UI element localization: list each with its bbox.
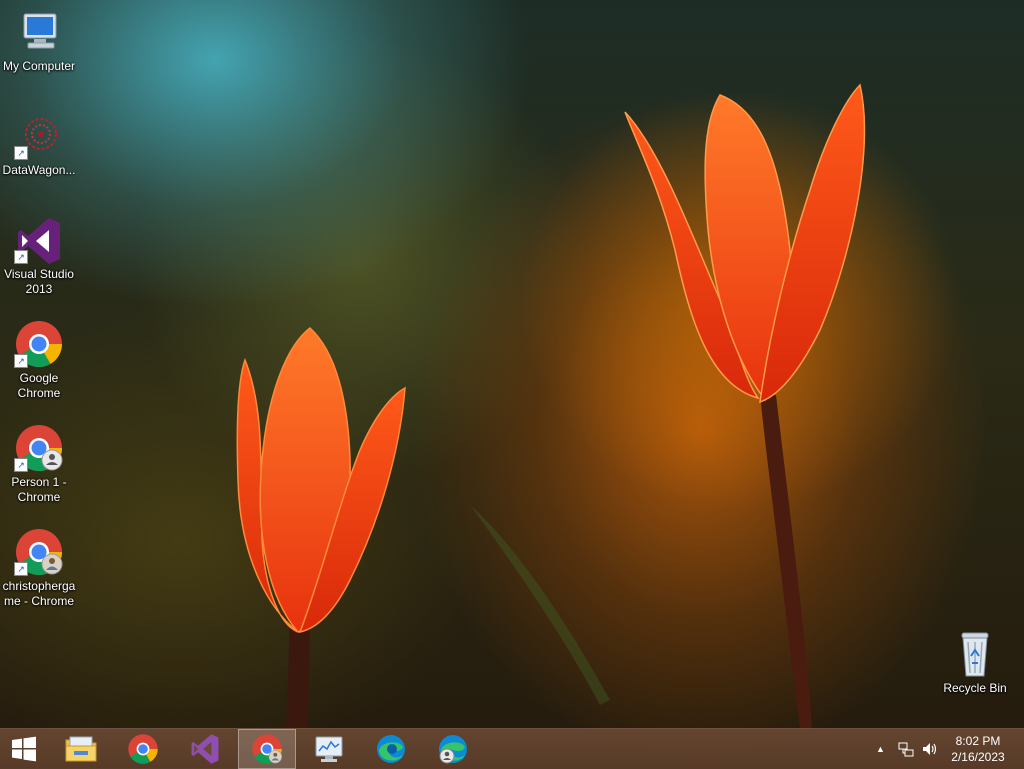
- shortcut-arrow-icon: ↗: [14, 354, 28, 368]
- desktop-icon-my-computer[interactable]: My Computer: [0, 8, 78, 74]
- taskbar-task-manager[interactable]: [300, 729, 358, 769]
- shortcut-arrow-icon: ↗: [14, 250, 28, 264]
- wallpaper-tulips: [236, 83, 960, 728]
- desktop-icon-person1-chrome[interactable]: ↗ Person 1 - Chrome: [0, 424, 78, 505]
- desktop-icon-visual-studio[interactable]: ↗ Visual Studio 2013: [0, 216, 78, 297]
- taskbar-clock[interactable]: 8:02 PM 2/16/2023: [948, 733, 1008, 765]
- clock-date: 2/16/2023: [951, 750, 1005, 764]
- shortcut-arrow-icon: ↗: [14, 562, 28, 576]
- taskbar-edge-profile[interactable]: [424, 729, 482, 769]
- desktop-icon-label: Visual Studio 2013: [4, 267, 74, 296]
- shortcut-arrow-icon: ↗: [14, 146, 28, 160]
- computer-icon: [23, 13, 57, 49]
- windows-logo-icon: [12, 736, 36, 762]
- taskbar-visual-studio[interactable]: [176, 729, 234, 769]
- monitor-chart-icon: [315, 736, 343, 762]
- desktop-icon-label: My Computer: [2, 59, 76, 73]
- folder-icon: [65, 736, 97, 762]
- desktop-icon-christophergame-chrome[interactable]: ↗ christopherga me - Chrome: [0, 528, 78, 609]
- desktop-icon-label: DataWagon...: [2, 163, 76, 177]
- network-icon[interactable]: [898, 741, 914, 760]
- taskbar-chrome[interactable]: [114, 729, 172, 769]
- taskbar-chrome-profile[interactable]: [238, 729, 296, 769]
- desktop-icon-label: Person 1 - Chrome: [11, 475, 67, 504]
- shortcut-arrow-icon: ↗: [14, 458, 28, 472]
- visual-studio-icon: [191, 734, 219, 764]
- desktop-icon-google-chrome[interactable]: ↗ Google Chrome: [0, 320, 78, 401]
- chrome-profile-icon: [252, 734, 283, 764]
- chrome-icon: [128, 734, 158, 764]
- desktop-icon-datawagon[interactable]: ↗ DataWagon...: [0, 112, 78, 178]
- desktop-icon-label: christopherga me - Chrome: [2, 579, 76, 608]
- desktop-icon-recycle-bin[interactable]: Recycle Bin: [936, 630, 1014, 696]
- desktop-icon-label: Google Chrome: [17, 371, 61, 400]
- recycle-bin-icon: [961, 632, 989, 677]
- volume-icon[interactable]: [921, 741, 939, 760]
- taskbar: ▲ 8:02 PM 2/16/2023: [0, 728, 1024, 769]
- desktop-icon-label: Recycle Bin: [943, 681, 1007, 695]
- taskbar-edge[interactable]: [362, 729, 420, 769]
- tray-overflow-arrow[interactable]: ▲: [876, 744, 885, 754]
- taskbar-file-explorer[interactable]: [52, 729, 110, 769]
- start-button[interactable]: [0, 729, 48, 769]
- edge-icon: [377, 735, 405, 763]
- clock-time: 8:02 PM: [955, 734, 1001, 748]
- edge-profile-icon: [439, 735, 467, 764]
